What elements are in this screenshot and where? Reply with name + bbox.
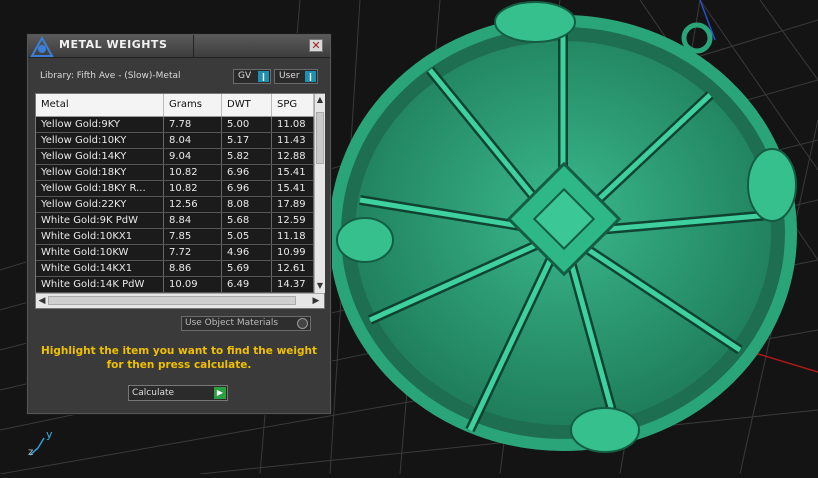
spg-cell: 10.99 [272, 245, 314, 260]
spg-cell: 11.18 [272, 229, 314, 244]
instruction-text: Highlight the item you want to find the … [28, 344, 330, 372]
dwt-cell: 5.68 [222, 213, 272, 228]
play-icon: ▶ [214, 387, 226, 399]
scroll-right-icon[interactable]: ▶ [310, 294, 322, 308]
dwt-cell: 5.82 [222, 149, 272, 164]
dwt-cell: 5.69 [222, 261, 272, 276]
table-row[interactable]: White Gold:10KW 7.72 4.96 10.99 [36, 245, 314, 261]
dwt-cell: 5.05 [222, 229, 272, 244]
dwt-cell: 6.96 [222, 165, 272, 180]
spg-cell: 15.41 [272, 181, 314, 196]
gv-toggle[interactable]: GV ❙ [233, 69, 271, 84]
spg-cell: 15.41 [272, 165, 314, 180]
metal-cell: White Gold:9K PdW [36, 213, 164, 228]
column-header-grams[interactable]: Grams [164, 94, 222, 116]
gv-toggle-knob: ❙ [258, 71, 269, 82]
horizontal-scroll-thumb[interactable] [48, 296, 296, 305]
metal-cell: White Gold:14KX1 [36, 261, 164, 276]
column-header-spg[interactable]: SPG [272, 94, 314, 116]
spg-cell: 11.43 [272, 133, 314, 148]
calculate-label: Calculate [132, 388, 175, 398]
grams-cell: 8.84 [164, 213, 222, 228]
library-label: Library: Fifth Ave - (Slow)-Metal [40, 71, 181, 81]
instruction-line-2: for then press calculate. [106, 359, 252, 371]
spg-cell: 11.08 [272, 117, 314, 132]
metal-table: Metal Grams DWT SPG Yellow Gold:9KY 7.78 5… [35, 93, 325, 309]
grams-cell: 8.04 [164, 133, 222, 148]
metal-cell: Yellow Gold:9KY [36, 117, 164, 132]
metal-cell: Yellow Gold:14KY [36, 149, 164, 164]
dwt-cell: 4.96 [222, 245, 272, 260]
scroll-left-icon[interactable]: ◀ [36, 294, 48, 308]
dwt-cell: 8.08 [222, 197, 272, 212]
grams-cell: 7.85 [164, 229, 222, 244]
table-row[interactable]: Yellow Gold:18KY R... 10.82 6.96 15.41 [36, 181, 314, 197]
table-row[interactable]: White Gold:14KX1 8.86 5.69 12.61 [36, 261, 314, 277]
close-button[interactable]: ✕ [309, 39, 323, 52]
grams-cell: 10.82 [164, 181, 222, 196]
grams-cell: 8.86 [164, 261, 222, 276]
table-row[interactable]: Yellow Gold:14KY 9.04 5.82 12.88 [36, 149, 314, 165]
column-header-metal[interactable]: Metal [36, 94, 164, 116]
user-toggle-knob: ❙ [305, 71, 316, 82]
spg-cell: 12.59 [272, 213, 314, 228]
radio-icon [297, 318, 308, 329]
column-header-dwt[interactable]: DWT [222, 94, 272, 116]
table-horizontal-scrollbar[interactable]: ◀ ▶ [36, 293, 324, 308]
table-row[interactable]: Yellow Gold:9KY 7.78 5.00 11.08 [36, 117, 314, 133]
spg-cell: 12.61 [272, 261, 314, 276]
dwt-cell: 5.00 [222, 117, 272, 132]
dwt-cell: 5.17 [222, 133, 272, 148]
metal-cell: White Gold:10KX1 [36, 229, 164, 244]
scroll-up-icon[interactable]: ▲ [315, 94, 325, 106]
table-row[interactable]: Yellow Gold:10KY 8.04 5.17 11.43 [36, 133, 314, 149]
spg-cell: 12.88 [272, 149, 314, 164]
user-toggle-label: User [279, 71, 300, 81]
axis-y-label: y [46, 428, 53, 441]
table-body: Yellow Gold:9KY 7.78 5.00 11.08 Yellow Gold… [36, 117, 314, 293]
calculate-button[interactable]: Calculate ▶ [128, 385, 228, 401]
grams-cell: 12.56 [164, 197, 222, 212]
flask-icon [30, 36, 54, 57]
grams-cell: 9.04 [164, 149, 222, 164]
spg-cell: 17.89 [272, 197, 314, 212]
pendant-model[interactable] [329, 1, 797, 453]
table-row[interactable]: White Gold:9K PdW 8.84 5.68 12.59 [36, 213, 314, 229]
title-tab-divider [193, 35, 194, 57]
instruction-line-1: Highlight the item you want to find the … [41, 345, 317, 357]
table-vertical-scrollbar[interactable]: ▲ ▼ [314, 94, 325, 293]
scroll-down-icon[interactable]: ▼ [315, 280, 325, 292]
metal-cell: White Gold:14K PdW [36, 277, 164, 292]
table-row[interactable]: Yellow Gold:22KY 12.56 8.08 17.89 [36, 197, 314, 213]
panel-title: METAL WEIGHTS [59, 38, 168, 51]
dwt-cell: 6.96 [222, 181, 272, 196]
grams-cell: 10.09 [164, 277, 222, 292]
use-object-materials-toggle[interactable]: Use Object Materials [181, 316, 311, 331]
vertical-scroll-thumb[interactable] [316, 112, 324, 164]
metal-weights-panel: METAL WEIGHTS ✕ Library: Fifth Ave - (Sl… [27, 34, 331, 414]
metal-cell: Yellow Gold:22KY [36, 197, 164, 212]
user-toggle[interactable]: User ❙ [274, 69, 318, 84]
grams-cell: 7.72 [164, 245, 222, 260]
grams-cell: 7.78 [164, 117, 222, 132]
dwt-cell: 6.49 [222, 277, 272, 292]
grams-cell: 10.82 [164, 165, 222, 180]
table-row[interactable]: White Gold:10KX1 7.85 5.05 11.18 [36, 229, 314, 245]
table-row[interactable]: Yellow Gold:18KY 10.82 6.96 15.41 [36, 165, 314, 181]
panel-titlebar[interactable]: METAL WEIGHTS ✕ [28, 35, 330, 58]
metal-cell: Yellow Gold:18KY [36, 165, 164, 180]
metal-cell: Yellow Gold:10KY [36, 133, 164, 148]
use-object-materials-label: Use Object Materials [185, 318, 279, 328]
axis-z-label: z [28, 447, 34, 458]
table-header: Metal Grams DWT SPG [36, 94, 314, 117]
metal-cell: Yellow Gold:18KY R... [36, 181, 164, 196]
metal-cell: White Gold:10KW [36, 245, 164, 260]
table-row[interactable]: White Gold:14K PdW 10.09 6.49 14.37 [36, 277, 314, 293]
gv-toggle-label: GV [238, 71, 252, 81]
spg-cell: 14.37 [272, 277, 314, 292]
